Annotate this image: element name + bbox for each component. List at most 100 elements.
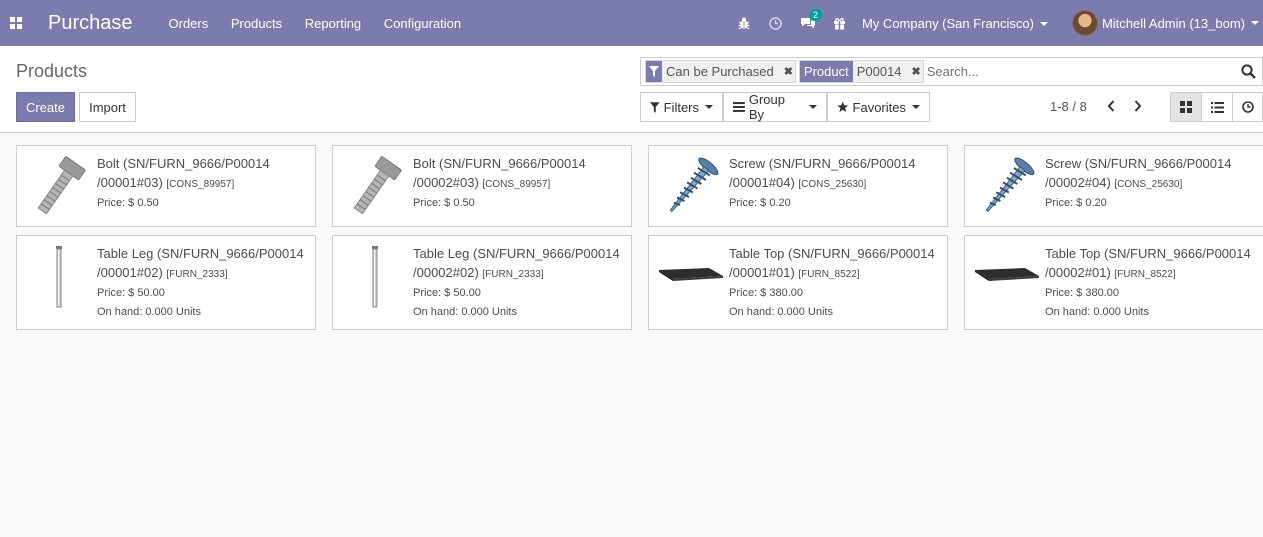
- chat-count-badge: 2: [808, 9, 822, 21]
- product-price: Price: $ 0.20: [729, 197, 791, 209]
- search-facet-filter: Can be Purchased ✖: [645, 60, 796, 83]
- search-bar: Can be Purchased ✖ Product P00014 ✖: [640, 57, 1263, 86]
- user-name: Mitchell Admin (13_bom): [1101, 15, 1245, 31]
- group-by-label: Group By: [748, 92, 785, 122]
- product-card-body: Table Leg (SN/FURN_9666/P00014 /00002#02…: [413, 244, 625, 322]
- product-image-table-top: [973, 244, 1041, 313]
- product-card-body: Screw (SN/FURN_9666/P00014 /00001#04) [C…: [729, 154, 941, 213]
- menu-item-products[interactable]: Products: [231, 16, 282, 31]
- chat-icon[interactable]: 2: [792, 0, 824, 46]
- product-card[interactable]: Bolt (SN/FURN_9666/P00014 /00001#03) [CO…: [16, 145, 316, 227]
- product-code: [FURN_8522]: [798, 269, 860, 280]
- product-price: Price: $ 0.20: [1045, 197, 1107, 209]
- systray: 2 My Company (San Francisco) Mitchell Ad…: [728, 0, 1263, 46]
- product-code: [FURN_8522]: [1114, 269, 1176, 280]
- product-card-body: Table Leg (SN/FURN_9666/P00014 /00001#02…: [97, 244, 309, 322]
- product-price: Price: $ 0.50: [97, 197, 159, 209]
- facet-value: P00014: [856, 64, 902, 79]
- product-card-body: Table Top (SN/FURN_9666/P00014 /00001#01…: [729, 244, 941, 322]
- breadcrumb: Products: [16, 61, 88, 81]
- main-menu: Orders Products Reporting Configuration: [169, 16, 481, 31]
- product-code: [FURN_2333]: [482, 269, 544, 280]
- company-name: My Company (San Francisco): [861, 15, 1034, 31]
- control-panel: Products Create Import Can be Purchased …: [0, 46, 1263, 133]
- product-card[interactable]: Screw (SN/FURN_9666/P00014 /00002#04) [C…: [964, 145, 1263, 227]
- pager-value[interactable]: 1-8 / 8: [1050, 99, 1087, 114]
- menu-item-reporting[interactable]: Reporting: [305, 16, 361, 31]
- list-view-button[interactable]: [1201, 92, 1233, 122]
- product-on-hand: On hand: 0.000 Units: [97, 306, 201, 318]
- create-button[interactable]: Create: [16, 92, 75, 122]
- remove-facet-icon[interactable]: ✖: [912, 65, 921, 78]
- product-card-body: Screw (SN/FURN_9666/P00014 /00002#04) [C…: [1045, 154, 1257, 213]
- search-input[interactable]: [926, 59, 1236, 84]
- user-menu[interactable]: Mitchell Admin (13_bom): [1071, 10, 1263, 36]
- product-image-bolt: [341, 154, 409, 223]
- import-button[interactable]: Import: [79, 92, 136, 122]
- kanban-grid-icon: [1180, 101, 1192, 113]
- product-price: Price: $ 380.00: [729, 287, 803, 299]
- product-code: [FURN_2333]: [166, 269, 228, 280]
- facet-value: Can be Purchased: [666, 64, 774, 79]
- product-card[interactable]: Table Top (SN/FURN_9666/P00014 /00001#01…: [648, 235, 948, 330]
- caret-down-icon: [1251, 21, 1259, 25]
- product-card[interactable]: Screw (SN/FURN_9666/P00014 /00001#04) [C…: [648, 145, 948, 227]
- filter-icon: [650, 101, 660, 113]
- menu-item-orders[interactable]: Orders: [169, 16, 209, 31]
- menu-item-configuration[interactable]: Configuration: [384, 16, 461, 31]
- bug-icon[interactable]: [728, 0, 760, 46]
- product-image-table-top: [657, 244, 725, 313]
- caret-down-icon: [809, 105, 817, 109]
- product-card[interactable]: Table Leg (SN/FURN_9666/P00014 /00001#02…: [16, 235, 316, 330]
- product-on-hand: On hand: 0.000 Units: [413, 306, 517, 318]
- remove-facet-icon[interactable]: ✖: [784, 65, 793, 78]
- product-image-bolt: [25, 154, 93, 223]
- product-on-hand: On hand: 0.000 Units: [729, 306, 833, 318]
- product-image-table-leg: [25, 244, 93, 313]
- product-price: Price: $ 0.50: [413, 197, 475, 209]
- product-image-table-leg: [341, 244, 409, 313]
- favorites-label: Favorites: [852, 99, 906, 115]
- app-title: Purchase: [48, 11, 133, 34]
- caret-down-icon: [912, 105, 920, 109]
- product-card[interactable]: Bolt (SN/FURN_9666/P00014 /00002#03) [CO…: [332, 145, 632, 227]
- search-icon[interactable]: [1236, 59, 1260, 85]
- top-navbar: Purchase Orders Products Reporting Confi…: [0, 0, 1263, 46]
- product-code: [CONS_25630]: [798, 179, 867, 190]
- product-card-body: Table Top (SN/FURN_9666/P00014 /00002#01…: [1045, 244, 1257, 322]
- product-card[interactable]: Table Leg (SN/FURN_9666/P00014 /00002#02…: [332, 235, 632, 330]
- search-facet-product: Product P00014 ✖: [798, 60, 924, 83]
- product-card-body: Bolt (SN/FURN_9666/P00014 /00001#03) [CO…: [97, 154, 309, 213]
- gift-icon[interactable]: [824, 0, 856, 46]
- facet-category: Product: [799, 61, 853, 82]
- pager-next-icon[interactable]: [1127, 95, 1149, 117]
- favorites-dropdown[interactable]: Favorites: [827, 92, 930, 122]
- apps-menu-button[interactable]: [0, 0, 32, 46]
- product-code: [CONS_25630]: [1114, 179, 1183, 190]
- filters-label: Filters: [663, 99, 699, 115]
- product-price: Price: $ 50.00: [413, 287, 481, 299]
- product-image-screw: [973, 154, 1041, 223]
- list-icon: [1210, 101, 1224, 113]
- kanban-view-button[interactable]: [1170, 92, 1202, 122]
- list-icon: [733, 102, 745, 112]
- product-image-screw: [657, 154, 725, 223]
- company-switcher[interactable]: My Company (San Francisco): [862, 16, 1048, 31]
- group-by-dropdown[interactable]: Group By: [723, 92, 827, 122]
- product-price: Price: $ 380.00: [1045, 287, 1119, 299]
- filters-dropdown[interactable]: Filters: [640, 92, 723, 122]
- product-card[interactable]: Table Top (SN/FURN_9666/P00014 /00002#01…: [964, 235, 1263, 330]
- product-card-body: Bolt (SN/FURN_9666/P00014 /00002#03) [CO…: [413, 154, 625, 213]
- pager-previous-icon[interactable]: [1100, 95, 1122, 117]
- caret-down-icon: [1039, 22, 1048, 27]
- apps-grid-icon: [10, 17, 22, 29]
- caret-down-icon: [705, 105, 713, 109]
- product-code: [CONS_89957]: [482, 179, 551, 190]
- clock-icon: [1241, 101, 1254, 113]
- activity-view-button[interactable]: [1232, 92, 1263, 122]
- activity-clock-icon[interactable]: [760, 0, 792, 46]
- star-icon: [837, 101, 849, 112]
- filter-icon: [646, 61, 662, 82]
- product-price: Price: $ 50.00: [97, 287, 165, 299]
- product-code: [CONS_89957]: [166, 179, 235, 190]
